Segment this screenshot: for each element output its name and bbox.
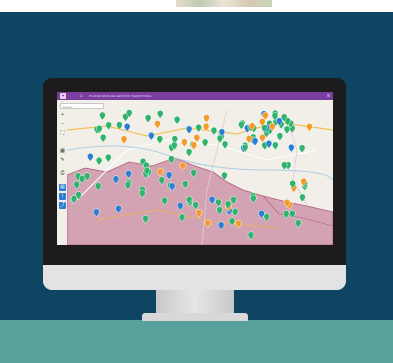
home-icon[interactable]: ⌂ — [80, 93, 83, 99]
monitor-stand-neck — [156, 290, 234, 314]
app-logo[interactable]: ✦ — [60, 93, 66, 99]
share-icon[interactable]: ⤴ — [59, 202, 66, 209]
map-canvas[interactable] — [67, 110, 333, 245]
extent-icon[interactable]: ⛶ — [59, 130, 66, 137]
menu-icon[interactable]: ≡ — [327, 93, 330, 99]
layers-icon[interactable]: ▦ — [59, 148, 66, 155]
page-top-banner — [0, 0, 393, 12]
app-header: ✦ ⌂ PLATAFORMA DE GESTIÓN TERRITORIAL ≡ — [57, 92, 333, 100]
map-view[interactable] — [67, 110, 333, 245]
print-icon[interactable]: ⎙ — [59, 170, 66, 177]
monitor-screen: ✦ ⌂ PLATAFORMA DE GESTIÓN TERRITORIAL ≡ … — [57, 92, 333, 245]
zoom-in-icon[interactable]: + — [59, 112, 66, 119]
monitor-bezel: ✦ ⌂ PLATAFORMA DE GESTIÓN TERRITORIAL ≡ … — [43, 78, 346, 265]
search-input[interactable]: Buscar... — [60, 103, 104, 109]
info-icon[interactable]: i — [59, 193, 66, 200]
table-icon[interactable]: ▤ — [59, 184, 66, 191]
banner-image — [176, 0, 272, 7]
app-title: PLATAFORMA DE GESTIÓN TERRITORIAL — [89, 94, 152, 98]
desk-surface — [0, 320, 393, 363]
map-toolbar: + − ⛶ ▦ ✎ ⎙ ▤ i ⤴ — [58, 112, 67, 237]
zoom-out-icon[interactable]: − — [59, 121, 66, 128]
monitor-stand-base — [142, 313, 248, 321]
measure-icon[interactable]: ✎ — [59, 157, 66, 164]
monitor-chin — [43, 265, 346, 290]
